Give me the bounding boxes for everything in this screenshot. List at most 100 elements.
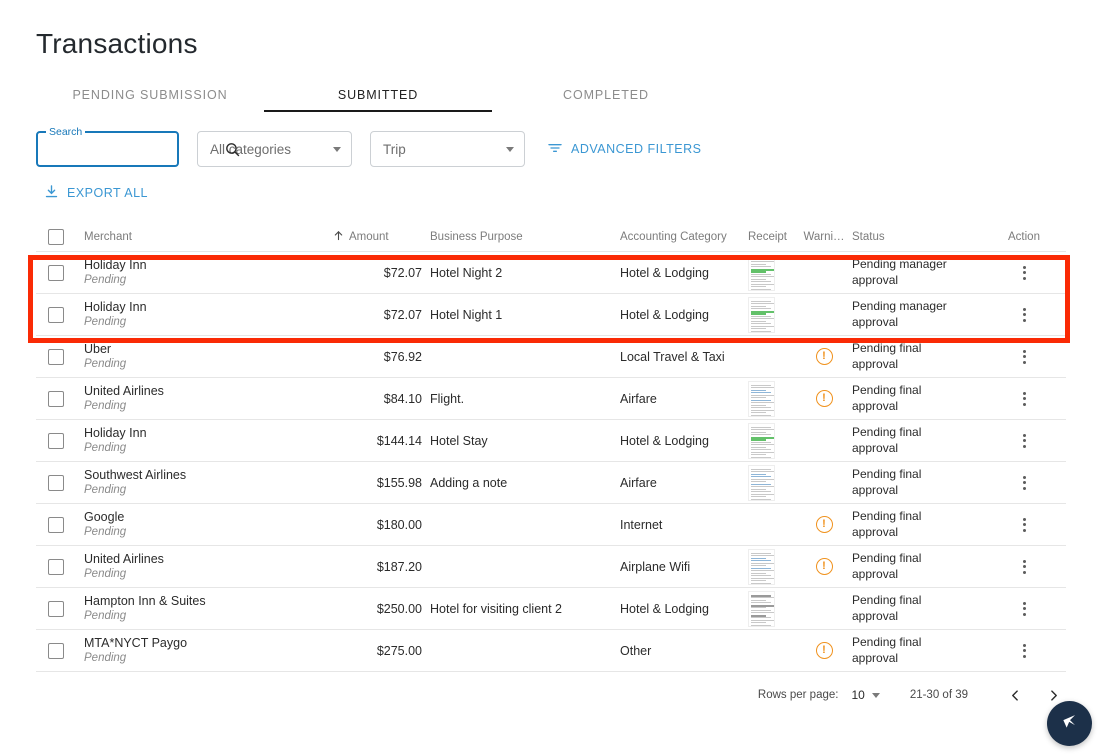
advanced-filters-button[interactable]: ADVANCED FILTERS	[547, 140, 701, 159]
row-checkbox[interactable]	[48, 600, 64, 617]
row-checkbox[interactable]	[48, 264, 64, 281]
chat-fab-button[interactable]	[1047, 701, 1092, 746]
receipt-line	[751, 431, 766, 433]
tab-pending-submission[interactable]: PENDING SUBMISSION	[36, 84, 264, 112]
row-checkbox[interactable]	[48, 306, 64, 323]
tab-completed[interactable]: COMPLETED	[492, 84, 720, 112]
merchant-cell: Google Pending	[84, 510, 333, 539]
table-row[interactable]: United Airlines Pending $187.20 Airplane Wi…	[36, 546, 1066, 588]
export-all-button[interactable]: EXPORT ALL	[44, 184, 148, 202]
receipt-line	[751, 308, 771, 309]
search-label: Search	[46, 126, 86, 138]
accounting-category-value: Local Travel & Taxi	[620, 349, 725, 364]
table-row[interactable]: Google Pending $180.00 Internet! Pending fin…	[36, 504, 1066, 546]
receipt-thumbnail[interactable]	[748, 422, 775, 459]
amount-cell: $144.14	[333, 434, 430, 448]
search-field[interactable]: Search	[36, 126, 240, 167]
merchant-status-sub: Pending	[84, 400, 127, 413]
receipt-line	[751, 597, 774, 598]
merchant-name: Google	[84, 509, 125, 524]
row-select-cell	[36, 642, 84, 659]
row-actions-menu-button[interactable]	[1019, 640, 1030, 662]
rows-per-page-select[interactable]: 10	[851, 688, 880, 702]
table-row[interactable]: Southwest Airlines Pending $155.98 Adding a…	[36, 462, 1066, 504]
column-header-merchant[interactable]: Merchant	[84, 231, 333, 243]
warning-icon[interactable]: !	[815, 390, 833, 407]
row-checkbox[interactable]	[48, 390, 64, 407]
row-checkbox[interactable]	[48, 348, 64, 365]
receipt-thumbnail[interactable]	[748, 548, 775, 585]
merchant-cell: Holiday Inn Pending	[84, 258, 333, 287]
previous-page-button[interactable]	[1002, 682, 1028, 708]
warning-icon[interactable]: !	[815, 348, 833, 365]
row-checkbox[interactable]	[48, 516, 64, 533]
table-row[interactable]: Holiday Inn Pending $144.14 Hotel Stay Hotel…	[36, 420, 1066, 462]
row-actions-menu-button[interactable]	[1019, 472, 1030, 494]
table-row[interactable]: Holiday Inn Pending $72.07 Hotel Night 2 Hot…	[36, 252, 1066, 294]
merchant-cell: Southwest Airlines Pending	[84, 468, 333, 497]
column-header-receipt[interactable]: Receipt	[748, 231, 796, 243]
warning-glyph: !	[822, 644, 826, 656]
accounting-category-value: Airfare	[620, 391, 657, 406]
column-header-warning[interactable]: Warni…	[796, 231, 852, 243]
row-actions-menu-button[interactable]	[1019, 388, 1030, 410]
receipt-line	[751, 456, 771, 458]
receipt-line	[751, 409, 774, 411]
status-badge: Pending final approval	[852, 550, 922, 581]
receipt-line	[751, 609, 771, 611]
trip-select[interactable]: Trip	[370, 131, 525, 167]
warning-icon[interactable]: !	[815, 558, 833, 575]
row-actions-menu-button[interactable]	[1019, 346, 1030, 368]
row-checkbox[interactable]	[48, 558, 64, 575]
column-header-accounting-category[interactable]: Accounting Category	[620, 231, 748, 243]
select-all-checkbox[interactable]	[48, 228, 64, 245]
merchant-stack: Google Pending	[84, 510, 126, 539]
receipt-line	[751, 258, 771, 260]
receipt-cell	[748, 380, 796, 417]
table-row[interactable]: United Airlines Pending $84.10 Flight. Airfa…	[36, 378, 1066, 420]
accounting-category-value: Airfare	[620, 475, 657, 490]
amount-cell: $187.20	[333, 560, 430, 574]
table-row[interactable]: MTA*NYCT Paygo Pending $275.00 Other! Pendin…	[36, 630, 1066, 672]
warning-glyph: !	[822, 560, 826, 572]
dot	[1022, 486, 1026, 490]
row-checkbox[interactable]	[48, 474, 64, 491]
business-purpose-value: Hotel for visiting client 2	[430, 601, 563, 616]
accounting-category-cell: Local Travel & Taxi	[620, 350, 748, 364]
receipt-line	[751, 303, 774, 304]
row-actions-menu-button[interactable]	[1019, 598, 1030, 620]
row-select-cell	[36, 474, 84, 491]
column-header-status[interactable]: Status	[852, 231, 982, 243]
receipt-thumbnail[interactable]	[748, 254, 775, 291]
row-actions-menu-button[interactable]	[1019, 262, 1030, 284]
row-checkbox[interactable]	[48, 642, 64, 659]
table-row[interactable]: Hampton Inn & Suites Pending $250.00 Hotel …	[36, 588, 1066, 630]
row-actions-menu-button[interactable]	[1019, 430, 1030, 452]
row-actions-menu-button[interactable]	[1019, 556, 1030, 578]
row-checkbox[interactable]	[48, 432, 64, 449]
table-row[interactable]: Holiday Inn Pending $72.07 Hotel Night 1 Hot…	[36, 294, 1066, 336]
tab-submitted[interactable]: SUBMITTED	[264, 84, 492, 112]
table-row[interactable]: Uber Pending $76.92 Local Travel & Taxi! Pen…	[36, 336, 1066, 378]
status-cell: Pending manager approval	[852, 257, 982, 288]
search-input[interactable]	[48, 141, 224, 157]
receipt-thumbnail[interactable]	[748, 464, 775, 501]
amount-cell: $76.92	[333, 350, 430, 364]
status-badge: Pending final approval	[852, 634, 922, 665]
row-actions-menu-button[interactable]	[1019, 514, 1030, 536]
receipt-thumbnail[interactable]	[748, 296, 775, 333]
receipt-thumbnail[interactable]	[748, 380, 775, 417]
column-header-amount[interactable]: Amount	[333, 230, 430, 244]
accounting-category-cell: Airfare	[620, 392, 748, 406]
search-icon[interactable]	[224, 141, 241, 158]
merchant-name: Southwest Airlines	[84, 467, 187, 482]
warning-icon[interactable]: !	[815, 516, 833, 533]
receipt-thumbnail[interactable]	[748, 590, 775, 627]
receipt-line	[751, 483, 771, 485]
row-actions-menu-button[interactable]	[1019, 304, 1030, 326]
table-header-row: Merchant Amount Business Purpose Account…	[36, 222, 1066, 252]
column-header-business-purpose[interactable]: Business Purpose	[430, 231, 620, 243]
warning-icon[interactable]: !	[815, 642, 833, 659]
receipt-line	[751, 328, 766, 329]
receipt-line	[751, 444, 774, 445]
